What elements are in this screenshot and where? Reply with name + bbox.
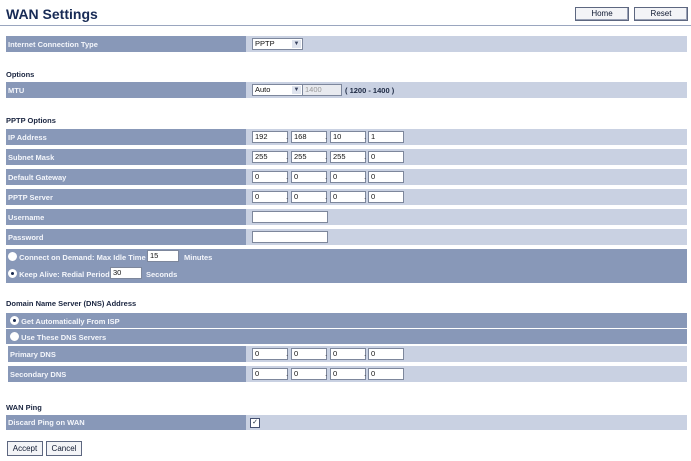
dns-manual-row: Use These DNS Servers — [6, 329, 687, 344]
ip-address-octet-4[interactable]: 1 — [368, 131, 404, 143]
primary-dns-octet-3[interactable]: 0 — [330, 348, 366, 360]
secondary-dns-row: Secondary DNS 0. 0. 0. 0 — [8, 366, 687, 382]
primary-dns-label: Primary DNS — [10, 350, 56, 359]
keep-alive-label: Keep Alive: Redial Period — [19, 270, 110, 279]
secondary-dns-label: Secondary DNS — [10, 370, 67, 379]
username-input[interactable] — [252, 211, 328, 223]
pptp-server-octet-2[interactable]: 0 — [291, 191, 327, 203]
subnet-mask-octet-4[interactable]: 0 — [368, 151, 404, 163]
default-gateway-octet-3[interactable]: 0 — [330, 171, 366, 183]
ip-address-octet-3[interactable]: 10 — [330, 131, 366, 143]
default-gateway-label: Default Gateway — [8, 173, 67, 182]
primary-dns-row: Primary DNS 0. 0. 0. 0 — [8, 346, 687, 362]
seconds-label: Seconds — [146, 270, 178, 279]
mtu-label: MTU — [8, 86, 25, 95]
secondary-dns-octet-1[interactable]: 0 — [252, 368, 288, 380]
pptp-section-title: PPTP Options — [6, 116, 56, 125]
wan-ping-section-title: WAN Ping — [6, 403, 42, 412]
mtu-value-input[interactable]: 1400 — [302, 84, 342, 96]
pptp-server-octet-4[interactable]: 0 — [368, 191, 404, 203]
dns-section-title: Domain Name Server (DNS) Address — [6, 299, 137, 308]
password-input[interactable] — [252, 231, 328, 243]
page-title: WAN Settings — [6, 6, 98, 22]
pptp-server-row: PPTP Server 0. 0. 0. 0 — [6, 189, 687, 205]
ip-address-row: IP Address 192. 168. 10. 1 — [6, 129, 687, 145]
dns-manual-radio[interactable] — [10, 332, 19, 341]
connection-type-label: Internet Connection Type — [8, 40, 98, 49]
dns-auto-row: Get Automatically From ISP — [6, 313, 687, 328]
primary-dns-octet-4[interactable]: 0 — [368, 348, 404, 360]
secondary-dns-octet-4[interactable]: 0 — [368, 368, 404, 380]
reset-button[interactable]: Reset — [634, 7, 688, 21]
default-gateway-row: Default Gateway 0. 0. 0. 0 — [6, 169, 687, 185]
discard-ping-checkbox[interactable]: ✓ — [250, 418, 260, 428]
password-row: Password — [6, 229, 687, 245]
connect-on-demand-radio[interactable] — [8, 252, 17, 261]
connection-type-value: PPTP — [255, 39, 275, 48]
chevron-down-icon: ▼ — [292, 40, 301, 48]
primary-dns-octet-2[interactable]: 0 — [291, 348, 327, 360]
username-row: Username — [6, 209, 687, 225]
subnet-mask-octet-1[interactable]: 255 — [252, 151, 288, 163]
default-gateway-octet-2[interactable]: 0 — [291, 171, 327, 183]
default-gateway-octet-1[interactable]: 0 — [252, 171, 288, 183]
keep-alive-radio[interactable] — [8, 269, 17, 278]
minutes-label: Minutes — [184, 253, 213, 262]
default-gateway-octet-4[interactable]: 0 — [368, 171, 404, 183]
options-section-title: Options — [6, 70, 35, 79]
home-button[interactable]: Home — [575, 7, 629, 21]
secondary-dns-octet-2[interactable]: 0 — [291, 368, 327, 380]
dns-manual-label: Use These DNS Servers — [21, 333, 107, 342]
secondary-dns-octet-3[interactable]: 0 — [330, 368, 366, 380]
dns-auto-label: Get Automatically From ISP — [21, 317, 120, 326]
connect-on-demand-label: Connect on Demand: Max Idle Time — [19, 253, 146, 262]
discard-ping-label: Discard Ping on WAN — [8, 418, 85, 427]
pptp-server-octet-1[interactable]: 0 — [252, 191, 288, 203]
pptp-server-octet-3[interactable]: 0 — [330, 191, 366, 203]
connection-type-row: Internet Connection Type PPTP ▼ — [6, 36, 687, 52]
password-label: Password — [8, 233, 44, 242]
ip-address-label: IP Address — [8, 133, 47, 142]
redial-period-input[interactable]: 30 — [110, 267, 142, 279]
subnet-mask-octet-3[interactable]: 255 — [330, 151, 366, 163]
primary-dns-octet-1[interactable]: 0 — [252, 348, 288, 360]
ip-address-octet-1[interactable]: 192 — [252, 131, 288, 143]
subnet-mask-row: Subnet Mask 255. 255. 255. 0 — [6, 149, 687, 165]
mtu-mode-value: Auto — [255, 85, 271, 94]
title-divider — [0, 25, 691, 26]
subnet-mask-label: Subnet Mask — [8, 153, 55, 162]
mtu-row: MTU Auto ▼ 1400 ( 1200 - 1400 ) — [6, 82, 687, 98]
pptp-server-label: PPTP Server — [8, 193, 53, 202]
chevron-down-icon: ▼ — [292, 86, 301, 94]
username-label: Username — [8, 213, 45, 222]
accept-button[interactable]: Accept — [7, 441, 43, 456]
mtu-range-text: ( 1200 - 1400 ) — [345, 86, 395, 95]
subnet-mask-octet-2[interactable]: 255 — [291, 151, 327, 163]
discard-ping-row: Discard Ping on WAN ✓ — [6, 415, 687, 430]
max-idle-time-input[interactable]: 15 — [147, 250, 179, 262]
ip-address-octet-2[interactable]: 168 — [291, 131, 327, 143]
mtu-mode-select[interactable]: Auto ▼ — [252, 84, 303, 96]
dns-auto-radio[interactable] — [10, 316, 19, 325]
cancel-button[interactable]: Cancel — [46, 441, 82, 456]
connection-type-select[interactable]: PPTP ▼ — [252, 38, 303, 50]
connection-mode-row: Connect on Demand: Max Idle Time 15 Minu… — [6, 249, 687, 283]
